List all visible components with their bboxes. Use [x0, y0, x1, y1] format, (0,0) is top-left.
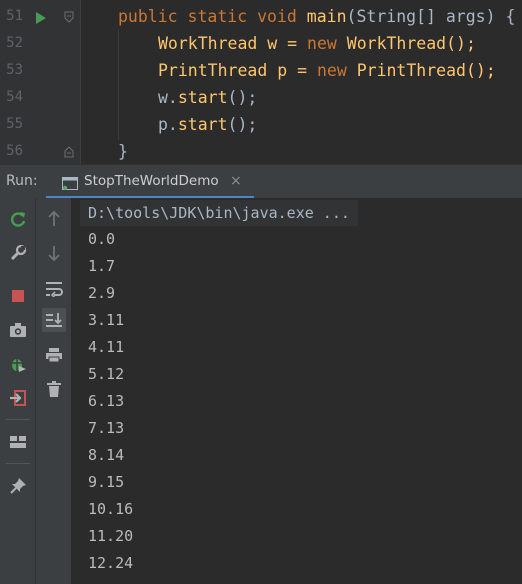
code-text: public static void main(String[] args) {	[118, 7, 516, 26]
run-tool-window-header: Run: StopTheWorldDemo ×	[0, 164, 522, 199]
code-line-52[interactable]: 52 WorkThread w = new WorkThread();	[0, 30, 522, 57]
line-number: 51	[6, 8, 23, 24]
output-line: 11.20	[88, 527, 134, 545]
console-output[interactable]: D:\tools\JDK\bin\java.exe ... 0.0 1.7 2.…	[72, 198, 522, 584]
output-line: 6.13	[88, 392, 125, 410]
code-editor[interactable]: 51 public static void main(String[] args…	[0, 0, 522, 164]
code-text: w.start();	[158, 88, 258, 107]
pin-icon[interactable]	[6, 474, 30, 498]
toolbar-separator	[6, 419, 30, 420]
rerun-icon[interactable]	[6, 207, 30, 231]
code-text: PrintThread p = new PrintThread();	[158, 61, 496, 80]
output-line: 8.14	[88, 446, 125, 464]
output-line: 10.16	[88, 500, 134, 518]
code-line-55[interactable]: 55 p.start();	[0, 111, 522, 138]
code-line-51[interactable]: 51 public static void main(String[] args…	[0, 3, 522, 30]
code-line-54[interactable]: 54 w.start();	[0, 84, 522, 111]
console-actions-toolbar	[36, 198, 72, 584]
run-command-line: D:\tools\JDK\bin\java.exe ...	[80, 200, 358, 226]
stop-icon[interactable]	[6, 284, 30, 308]
fold-icon[interactable]	[64, 146, 74, 158]
code-text: }	[118, 142, 128, 161]
line-number: 54	[6, 89, 23, 105]
run-tab-stoptheworlddemo[interactable]: StopTheWorldDemo ×	[46, 165, 254, 199]
exit-icon[interactable]	[6, 386, 30, 410]
output-line: 7.13	[88, 419, 125, 437]
code-text: WorkThread w = new WorkThread();	[158, 34, 476, 53]
output-line: 0.0	[88, 230, 116, 248]
toolbar-separator	[6, 463, 30, 464]
camera-icon[interactable]	[6, 318, 30, 342]
output-line: 9.15	[88, 473, 125, 491]
run-label: Run:	[6, 173, 38, 189]
output-line: 3.11	[88, 311, 125, 329]
layout-icon[interactable]	[6, 430, 30, 454]
line-number: 52	[6, 35, 23, 51]
console-icon	[62, 175, 78, 191]
trash-icon[interactable]	[42, 377, 66, 401]
debug-bug-icon[interactable]	[6, 352, 30, 376]
arrow-up-icon[interactable]	[42, 207, 66, 231]
line-number: 55	[6, 116, 23, 132]
close-icon[interactable]: ×	[230, 165, 242, 198]
soft-wrap-icon[interactable]	[42, 277, 66, 301]
code-line-53[interactable]: 53 PrintThread p = new PrintThread();	[0, 57, 522, 84]
output-line: 2.9	[88, 284, 116, 302]
run-actions-toolbar	[0, 198, 36, 584]
fold-icon[interactable]	[64, 11, 74, 23]
wrench-icon[interactable]	[6, 241, 30, 265]
tab-title: StopTheWorldDemo	[84, 173, 219, 189]
line-number: 56	[6, 143, 23, 159]
output-line: 5.12	[88, 365, 125, 383]
scroll-to-end-icon[interactable]	[42, 308, 66, 332]
code-line-56[interactable]: 56 }	[0, 138, 522, 164]
output-line: 12.24	[88, 554, 134, 572]
arrow-down-icon[interactable]	[42, 241, 66, 265]
print-icon[interactable]	[42, 343, 66, 367]
output-line: 4.11	[88, 338, 125, 356]
output-line: 1.7	[88, 257, 116, 275]
code-text: p.start();	[158, 115, 258, 134]
run-gutter-icon[interactable]	[36, 12, 46, 24]
line-number: 53	[6, 62, 23, 78]
